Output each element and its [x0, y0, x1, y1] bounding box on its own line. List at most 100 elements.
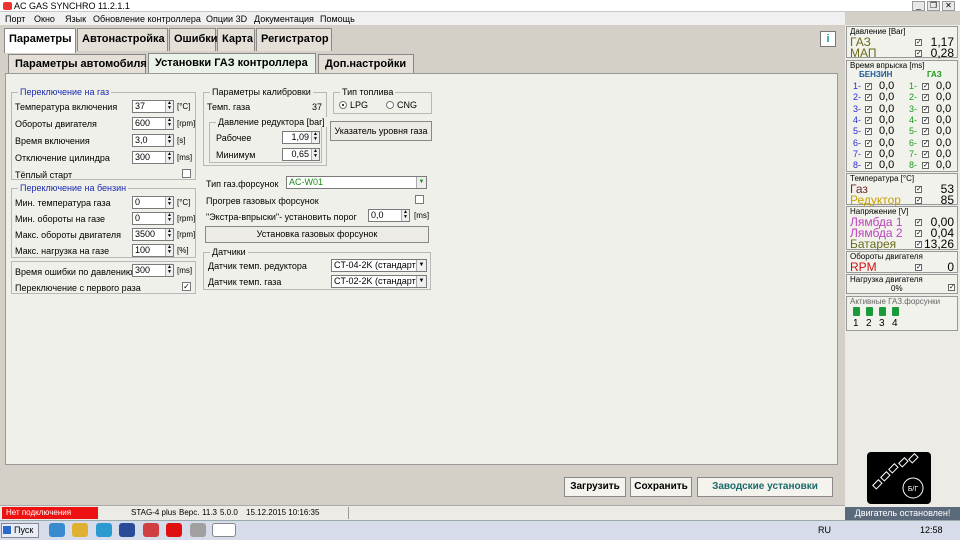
- spin-arrows-icon[interactable]: ▲ ▼: [165, 265, 173, 276]
- menu-help[interactable]: Помощь: [320, 14, 355, 24]
- menu-language[interactable]: Язык: [65, 14, 86, 24]
- lambda2-checkbox[interactable]: ✓: [915, 230, 922, 237]
- petrol-injector-checkbox[interactable]: ✓: [865, 116, 872, 124]
- petrol-injector-checkbox[interactable]: ✓: [865, 83, 872, 90]
- rpm-checkbox[interactable]: ✓: [915, 264, 922, 271]
- gas-injector-checkbox[interactable]: ✓: [922, 83, 929, 90]
- menu-window[interactable]: Окно: [34, 14, 55, 24]
- load-checkbox[interactable]: ✓: [948, 284, 955, 291]
- cylinder-cutoff-input[interactable]: 300 ▲ ▼: [132, 151, 174, 164]
- map-pressure-checkbox[interactable]: ✓: [915, 50, 922, 57]
- tab-autotune[interactable]: Автонастройка: [77, 28, 168, 51]
- switch-time-input[interactable]: 3,0 ▲ ▼: [132, 134, 174, 147]
- petrol-injector-checkbox[interactable]: ✓: [865, 162, 872, 170]
- spin-arrows-icon[interactable]: ▲ ▼: [165, 197, 173, 208]
- spin-arrows-icon[interactable]: ▲ ▼: [165, 118, 173, 129]
- spin-arrows-icon[interactable]: ▲ ▼: [165, 135, 173, 146]
- petrol-injector-checkbox[interactable]: ✓: [865, 94, 872, 102]
- warm-start-checkbox[interactable]: [182, 169, 191, 178]
- close-button[interactable]: ✕: [942, 1, 955, 11]
- work-pressure-input[interactable]: 1,09 ▲ ▼: [282, 131, 320, 144]
- spin-arrows-icon[interactable]: ▲ ▼: [165, 152, 173, 163]
- gas-injector-num: 1-: [909, 81, 918, 91]
- tab-map[interactable]: Карта: [217, 28, 255, 51]
- lambda1-checkbox[interactable]: ✓: [915, 219, 922, 226]
- spin-arrows-icon[interactable]: ▲ ▼: [401, 210, 409, 221]
- gas-pressure-checkbox[interactable]: ✓: [915, 39, 922, 46]
- sensors-title: Датчики: [210, 247, 248, 257]
- opera-icon[interactable]: [166, 523, 182, 537]
- petrol-injector-checkbox[interactable]: ✓: [865, 128, 872, 136]
- injection-time-title: Время впрыска [ms]: [850, 61, 925, 70]
- max-rpm-input[interactable]: 3500 ▲ ▼: [132, 228, 174, 241]
- gas-level-button[interactable]: Указатель уровня газа: [330, 121, 432, 141]
- save-disk-icon[interactable]: [119, 523, 135, 537]
- max-load-input[interactable]: 100 ▲ ▼: [132, 244, 174, 257]
- gas-temp-label: Темп. газа: [207, 102, 251, 112]
- injector-type-select[interactable]: AC-W01 ▼: [286, 176, 427, 189]
- dropdown-arrow-icon[interactable]: ▼: [416, 260, 426, 271]
- ac-gas-taskbar-icon[interactable]: [212, 523, 236, 537]
- gas-injector-checkbox[interactable]: ✓: [922, 150, 929, 158]
- min-gas-rpm-input[interactable]: 0 ▲ ▼: [132, 212, 174, 225]
- restore-button[interactable]: ❐: [927, 1, 940, 11]
- menu-docs[interactable]: Документация: [254, 14, 314, 24]
- save-button[interactable]: Сохранить: [630, 477, 692, 497]
- preheat-checkbox[interactable]: [415, 195, 424, 204]
- spin-arrows-icon[interactable]: ▲ ▼: [165, 101, 173, 112]
- spin-arrows-icon[interactable]: ▲ ▼: [165, 245, 173, 256]
- gas-injector-checkbox[interactable]: ✓: [922, 94, 929, 102]
- menu-update[interactable]: Обновление контроллера: [93, 14, 201, 24]
- gas-injector-checkbox[interactable]: ✓: [922, 116, 929, 124]
- menu-port[interactable]: Порт: [5, 14, 25, 24]
- injector-setup-button[interactable]: Установка газовых форсунок: [205, 226, 429, 243]
- dropdown-arrow-icon[interactable]: ▼: [416, 177, 426, 188]
- language-indicator[interactable]: RU: [818, 525, 831, 535]
- spin-arrows-icon[interactable]: ▲ ▼: [311, 149, 319, 160]
- pressure-error-input[interactable]: 300 ▲ ▼: [132, 264, 174, 277]
- petrol-injector-checkbox[interactable]: ✓: [865, 105, 872, 113]
- cng-radio[interactable]: [386, 101, 394, 109]
- media-icon[interactable]: [96, 523, 112, 537]
- gas-injector-checkbox[interactable]: ✓: [922, 105, 929, 113]
- spin-arrows-icon[interactable]: ▲ ▼: [165, 229, 173, 240]
- tab-vehicle-params[interactable]: Параметры автомобиля: [8, 54, 147, 74]
- reducer-sensor-select[interactable]: CT-04-2K (стандарт ▼: [331, 259, 427, 272]
- info-icon[interactable]: i: [820, 31, 836, 47]
- min-gas-temp-input[interactable]: 0 ▲ ▼: [132, 196, 174, 209]
- battery-checkbox[interactable]: ✓: [915, 241, 922, 248]
- app-taskbar-icon[interactable]: [190, 523, 206, 537]
- petrol-injector-checkbox[interactable]: ✓: [865, 150, 872, 158]
- dropdown-arrow-icon[interactable]: ▼: [416, 276, 426, 287]
- lpg-radio[interactable]: [339, 101, 347, 109]
- gas-temp-checkbox[interactable]: ✓: [915, 186, 922, 193]
- load-button[interactable]: Загрузить: [564, 477, 626, 497]
- spin-arrows-icon[interactable]: ▲ ▼: [165, 213, 173, 224]
- switch-temp-input[interactable]: 37 ▲ ▼: [132, 100, 174, 113]
- switch-rpm-input[interactable]: 600 ▲ ▼: [132, 117, 174, 130]
- gas-injector-checkbox[interactable]: ✓: [922, 139, 929, 147]
- chrome-icon[interactable]: [143, 523, 159, 537]
- folder-icon[interactable]: [72, 523, 88, 537]
- reducer-temp-checkbox[interactable]: ✓: [915, 197, 922, 204]
- gas-sensor-select[interactable]: CT-02-2K (стандарт ▼: [331, 275, 427, 288]
- tab-recorder[interactable]: Регистратор: [256, 28, 332, 51]
- petrol-injector-checkbox[interactable]: ✓: [865, 139, 872, 147]
- temperature-section: Температура [°C] Газ ✓ 53 Редуктор ✓ 85: [846, 173, 958, 207]
- tab-errors[interactable]: Ошибки: [169, 28, 218, 51]
- spin-arrows-icon[interactable]: ▲ ▼: [311, 132, 319, 143]
- min-pressure-input[interactable]: 0,65 ▲ ▼: [282, 148, 320, 161]
- gas-injector-checkbox[interactable]: ✓: [922, 128, 929, 136]
- minimize-button[interactable]: _: [912, 1, 925, 11]
- first-switch-checkbox[interactable]: ✓: [182, 282, 191, 291]
- extra-injection-input[interactable]: 0,0 ▲ ▼: [368, 209, 410, 222]
- petrol-injector-num: 4-: [853, 114, 862, 125]
- injector-number: 1: [853, 318, 859, 329]
- menu-3d[interactable]: Опции 3D: [206, 14, 247, 24]
- gas-injector-checkbox[interactable]: ✓: [922, 162, 929, 170]
- ie-icon[interactable]: [49, 523, 65, 537]
- tab-parameters[interactable]: Параметры: [4, 28, 76, 53]
- tab-extra-settings[interactable]: Доп.настройки: [318, 54, 414, 74]
- factory-settings-button[interactable]: Заводские установки: [697, 477, 833, 497]
- tab-gas-controller-settings[interactable]: Установки ГАЗ контроллера: [148, 53, 316, 75]
